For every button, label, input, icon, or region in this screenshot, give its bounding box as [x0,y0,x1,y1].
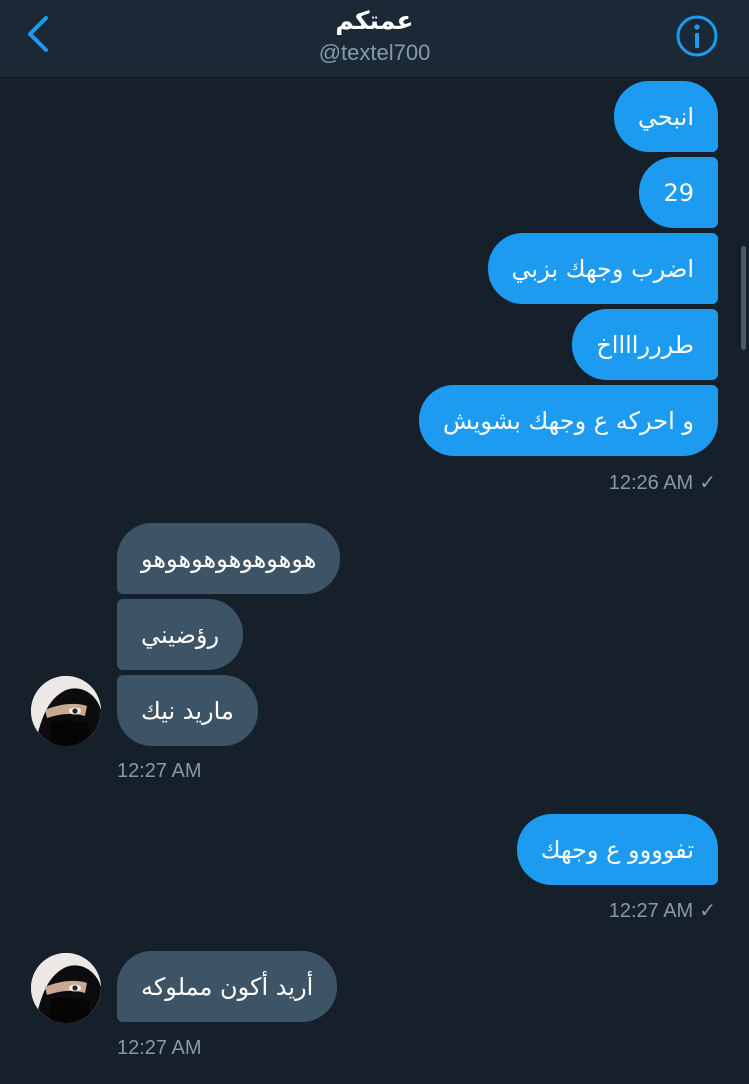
message-bubble-received[interactable]: ماريد نيك [117,675,258,746]
timestamp-text: 12:26 AM [608,472,694,494]
avatar-image [31,953,101,1023]
timestamp-text: 12:27 AM [608,900,694,922]
message-bubble-sent[interactable]: تفوووو ع وجهك [516,814,718,885]
message-bubble-sent[interactable]: اضرب وجهك بزبي [487,233,718,304]
message-bubble-sent[interactable]: 29 [639,157,718,228]
message-bubble-sent[interactable]: طرررااااخ [572,309,718,380]
avatar[interactable] [31,953,101,1023]
scrollbar[interactable] [741,246,746,350]
message-bubble-received[interactable]: رؤضيني [117,599,244,670]
message-bubble-received[interactable]: هوهوهوهوهوهوهو [117,523,341,594]
read-check-icon: ✓ [699,900,716,922]
conversation-title[interactable]: عمتكم [0,6,749,35]
message-timestamp: 12:27 AM ✓ [609,898,716,923]
message-timestamp: 12:26 AM ✓ [609,470,716,495]
info-button[interactable] [675,14,719,58]
message-timestamp: 12:27 AM [117,760,202,782]
avatar-image [31,676,101,746]
message-timestamp: 12:27 AM [117,1037,202,1059]
message-bubble-sent[interactable]: و احركه ع وجهك بشويش [419,385,718,456]
message-bubble-received[interactable]: أريد أكون مملوكه [117,951,338,1022]
avatar[interactable] [31,676,101,746]
message-bubble-sent[interactable]: انبحي [613,81,718,152]
info-icon [676,15,718,57]
conversation-header: عمتكم @textel700 [0,0,749,78]
conversation-handle[interactable]: @textel700 [0,40,749,66]
read-check-icon: ✓ [699,472,716,494]
